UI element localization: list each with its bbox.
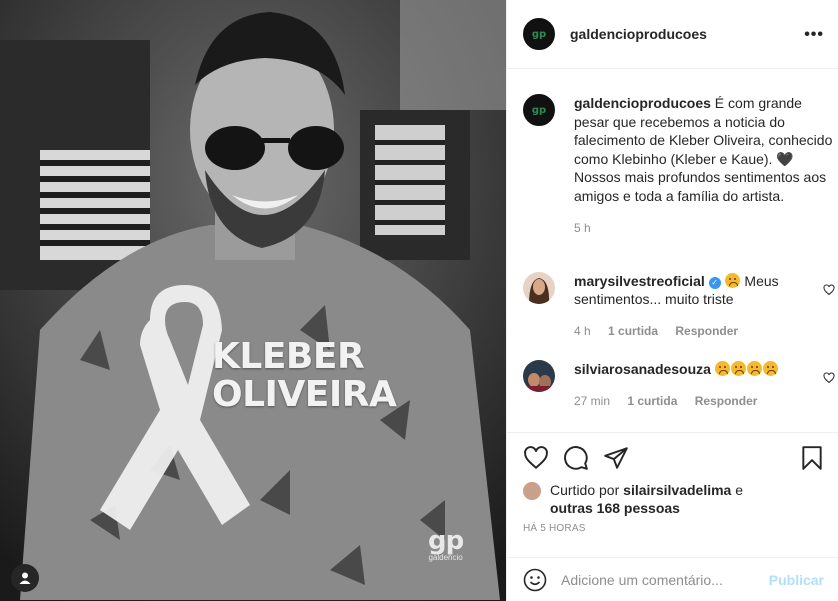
comment-likes[interactable]: 1 curtida xyxy=(627,394,677,408)
liker-avatar[interactable] xyxy=(523,482,541,500)
sad-emoji-icon xyxy=(730,361,746,376)
save-bookmark-icon[interactable] xyxy=(799,445,825,471)
instagram-post-view: KLEBER OLIVEIRA gp galdencio gp galdenci… xyxy=(0,0,838,601)
sad-emoji-icon xyxy=(714,361,730,376)
post-overlay-title: KLEBER OLIVEIRA xyxy=(212,336,397,415)
commenter-avatar[interactable] xyxy=(523,272,555,304)
comment-time[interactable]: 4 h xyxy=(574,324,591,338)
post-header: gp galdencioproducoes ••• xyxy=(507,0,838,69)
comment-body: silviarosanadesouza 27 min 1 curtida Res… xyxy=(574,360,799,410)
more-options-icon[interactable]: ••• xyxy=(804,26,824,44)
comment-meta: 4 h 1 curtida Responder xyxy=(574,322,799,340)
author-username[interactable]: galdencioproducoes xyxy=(570,26,707,42)
watermark-logo: gp galdencio xyxy=(428,526,464,562)
emoji-smiley-icon[interactable] xyxy=(523,568,547,592)
overlay-line-1: KLEBER xyxy=(212,336,365,377)
watermark-logo-mark: gp xyxy=(428,526,464,556)
sad-emoji-icon xyxy=(746,361,762,376)
emoji-group xyxy=(714,361,779,377)
likes-others[interactable]: outras 168 pessoas xyxy=(550,500,680,516)
like-comment-heart-icon[interactable] xyxy=(823,372,835,384)
post-caption: gp galdencioproducoes É com grande pesar… xyxy=(523,94,832,238)
overlay-line-2: OLIVEIRA xyxy=(212,374,397,415)
comment-body: marysilvestreoficial ✓ Meus sentimentos.… xyxy=(574,272,799,340)
comment-item: marysilvestreoficial ✓ Meus sentimentos.… xyxy=(523,272,835,340)
comment-username[interactable]: marysilvestreoficial xyxy=(574,273,705,289)
caption-body-2: Nossos mais profundos sentimentos aos am… xyxy=(574,169,827,204)
comment-input[interactable] xyxy=(561,572,751,588)
caption-username[interactable]: galdencioproducoes xyxy=(574,95,711,111)
comment-username[interactable]: silviarosanadesouza xyxy=(574,361,711,377)
share-paper-plane-icon[interactable] xyxy=(603,445,629,471)
comment-meta: 27 min 1 curtida Responder xyxy=(574,392,799,410)
author-avatar[interactable]: gp xyxy=(523,18,555,50)
like-comment-heart-icon[interactable] xyxy=(823,284,835,296)
post-photo-graphic xyxy=(0,0,506,601)
likes-user[interactable]: silairsilvadelima xyxy=(623,482,731,498)
commenter-avatar[interactable] xyxy=(523,360,555,392)
comment-bubble-icon[interactable] xyxy=(563,445,589,471)
caption-time[interactable]: 5 h xyxy=(574,219,834,238)
user-icon xyxy=(19,572,31,584)
action-icons-bar xyxy=(523,445,825,473)
comment-item: silviarosanadesouza 27 min 1 curtida Res… xyxy=(523,360,835,410)
publish-button[interactable]: Publicar xyxy=(769,572,824,588)
comment-likes[interactable]: 1 curtida xyxy=(608,324,658,338)
likes-summary: Curtido por silairsilvadelima e outras 1… xyxy=(523,481,770,517)
verified-badge-icon: ✓ xyxy=(708,277,721,289)
watermark-logo-text: galdencio xyxy=(428,553,463,562)
caption-text: galdencioproducoes É com grande pesar qu… xyxy=(574,94,834,238)
likes-connector: e xyxy=(731,482,744,498)
reply-button[interactable]: Responder xyxy=(675,324,738,338)
sad-emoji-icon xyxy=(762,361,778,376)
likes-text: Curtido por silairsilvadelima e outras 1… xyxy=(550,481,770,517)
commenter-photo xyxy=(523,360,555,392)
post-actions-section: Curtido por silairsilvadelima e outras 1… xyxy=(507,432,838,601)
add-comment-bar: Publicar xyxy=(507,557,838,601)
post-side-panel: gp galdencioproducoes ••• gp galdenciopr… xyxy=(506,0,838,601)
tagged-users-button[interactable] xyxy=(11,564,39,592)
reply-button[interactable]: Responder xyxy=(695,394,758,408)
caption-avatar[interactable]: gp xyxy=(523,94,555,126)
post-image[interactable]: KLEBER OLIVEIRA gp galdencio xyxy=(0,0,506,601)
likes-prefix: Curtido por xyxy=(550,482,624,498)
post-timestamp[interactable]: HÁ 5 HORAS xyxy=(523,523,586,534)
sad-emoji-icon xyxy=(724,273,740,288)
like-heart-icon[interactable] xyxy=(523,445,549,471)
commenter-photo xyxy=(523,272,555,304)
comment-time[interactable]: 27 min xyxy=(574,394,610,408)
